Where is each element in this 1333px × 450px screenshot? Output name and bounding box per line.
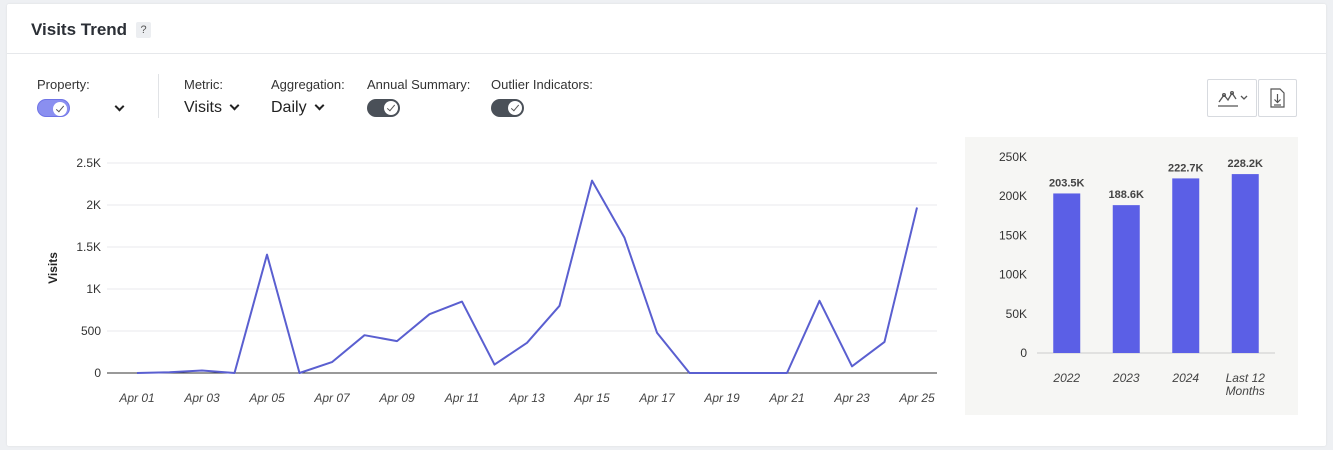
annual-summary-panel: 0 50K 100K 150K 200K 250K 203.5K 2022 188.6K 2023…	[965, 137, 1298, 415]
bar-3	[1231, 174, 1259, 353]
daily-visits-line-chart: 0 500 1K 1.5K 2K 2.5K Visits Apr 01 Apr 03 Apr 05…	[46, 156, 937, 405]
x-tick-label: Apr 15	[573, 391, 610, 405]
y-tick-label: 50K	[1006, 307, 1027, 321]
x-tick-label: Apr 21	[768, 391, 804, 405]
visits-series-line	[136, 179, 918, 374]
y-axis-label: Visits	[46, 252, 60, 284]
check-icon	[53, 102, 67, 116]
y-tick-label: 1.5K	[76, 240, 101, 254]
x-tick-label: Apr 03	[183, 391, 220, 405]
annual-summary-toggle[interactable]	[367, 99, 400, 117]
line-chart-icon	[1218, 91, 1248, 107]
x-tick-label: 2024	[1171, 371, 1199, 385]
x-tick-label: Last 12	[1226, 371, 1266, 385]
property-toggle[interactable]	[37, 99, 70, 117]
x-tick-label: Apr 23	[833, 391, 870, 405]
bar-data-label: 203.5K	[1049, 177, 1085, 189]
bar-data-label: 228.2K	[1228, 158, 1264, 170]
metric-label: Metric:	[184, 77, 223, 92]
controls-divider	[158, 74, 159, 118]
y-tick-label: 2K	[86, 198, 101, 212]
download-button[interactable]	[1258, 79, 1297, 117]
x-tick-label: Apr 13	[508, 391, 545, 405]
help-icon[interactable]: ?	[136, 22, 151, 38]
metric-value: Visits	[184, 99, 222, 116]
x-tick-label: 2023	[1112, 371, 1140, 385]
download-icon	[1270, 88, 1285, 108]
y-tick-label: 100K	[999, 268, 1027, 282]
y-tick-label: 250K	[999, 150, 1027, 164]
aggregation-select[interactable]: Daily	[271, 99, 325, 117]
y-tick-label: 150K	[999, 228, 1027, 242]
x-tick-label: Apr 25	[898, 391, 935, 405]
property-dropdown[interactable]	[107, 100, 125, 118]
x-tick-label: Apr 05	[248, 391, 285, 405]
bar-1	[1112, 205, 1140, 353]
metric-select[interactable]: Visits	[184, 99, 240, 117]
page-title: Visits Trend	[31, 20, 128, 39]
bar-data-label: 222.7K	[1168, 162, 1204, 174]
y-tick-label: 500	[81, 324, 101, 338]
x-tick-label: Apr 11	[444, 391, 479, 405]
aggregation-value: Daily	[271, 99, 307, 116]
x-tick-label: 2022	[1052, 371, 1080, 385]
y-tick-label: 0	[1020, 346, 1027, 360]
check-icon	[384, 101, 398, 115]
outlier-indicators-toggle[interactable]	[491, 99, 524, 117]
bar-data-label: 188.6K	[1109, 189, 1145, 201]
annual-summary-bar-chart: 0 50K 100K 150K 200K 250K 203.5K 2022 188.6K 2023…	[999, 150, 1275, 398]
bar-2	[1172, 178, 1200, 353]
check-icon	[508, 101, 522, 115]
x-tick-label: Apr 17	[638, 391, 676, 405]
chevron-down-icon	[114, 101, 125, 112]
y-tick-label: 0	[94, 366, 101, 380]
annual-summary-label: Annual Summary:	[367, 77, 471, 92]
y-tick-label: 200K	[999, 189, 1027, 203]
visits-trend-card: Visits Trend ? Property: Metric: Visits …	[7, 4, 1326, 446]
x-tick-label: Months	[1226, 384, 1265, 398]
chart-type-button[interactable]	[1207, 79, 1257, 117]
x-tick-label: Apr 19	[703, 391, 740, 405]
x-tick-label: Apr 07	[313, 391, 351, 405]
aggregation-label: Aggregation:	[271, 77, 345, 92]
card-header: Visits Trend ?	[7, 4, 1326, 54]
bar-0	[1053, 193, 1081, 353]
line-chart-panel: 0 500 1K 1.5K 2K 2.5K Visits Apr 01 Apr 03 Apr 05…	[37, 147, 947, 417]
y-tick-label: 2.5K	[76, 156, 101, 170]
x-tick-label: Apr 09	[378, 391, 415, 405]
y-tick-label: 1K	[86, 282, 101, 296]
chevron-down-icon	[314, 100, 325, 111]
property-label: Property:	[37, 77, 90, 92]
chevron-down-icon	[229, 100, 240, 111]
outlier-indicators-label: Outlier Indicators:	[491, 77, 593, 92]
x-tick-label: Apr 01	[118, 391, 154, 405]
